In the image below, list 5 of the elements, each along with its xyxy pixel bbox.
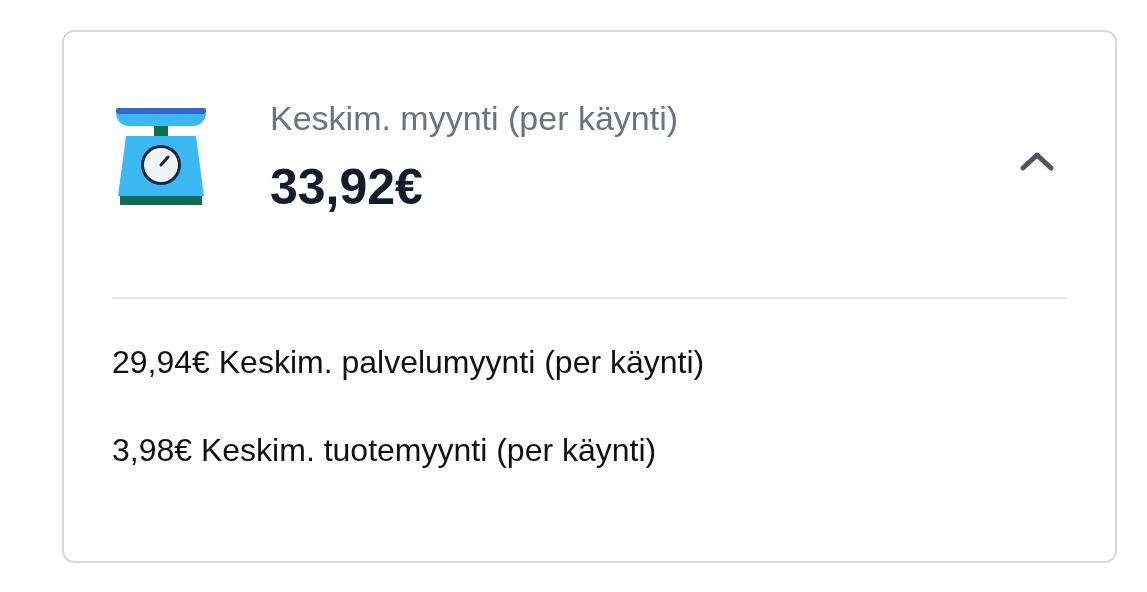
metric-value: 33,92€ xyxy=(270,157,424,217)
breakdown-line: 3,98€ Keskim. tuotemyynti (per käynti) xyxy=(112,431,658,470)
chevron-icon[interactable] xyxy=(1019,150,1055,172)
breakdown-line: 29,94€ Keskim. palvelumyynti (per käynti) xyxy=(112,343,706,382)
metric-title: Keskim. myynti (per käynti) xyxy=(270,98,679,139)
